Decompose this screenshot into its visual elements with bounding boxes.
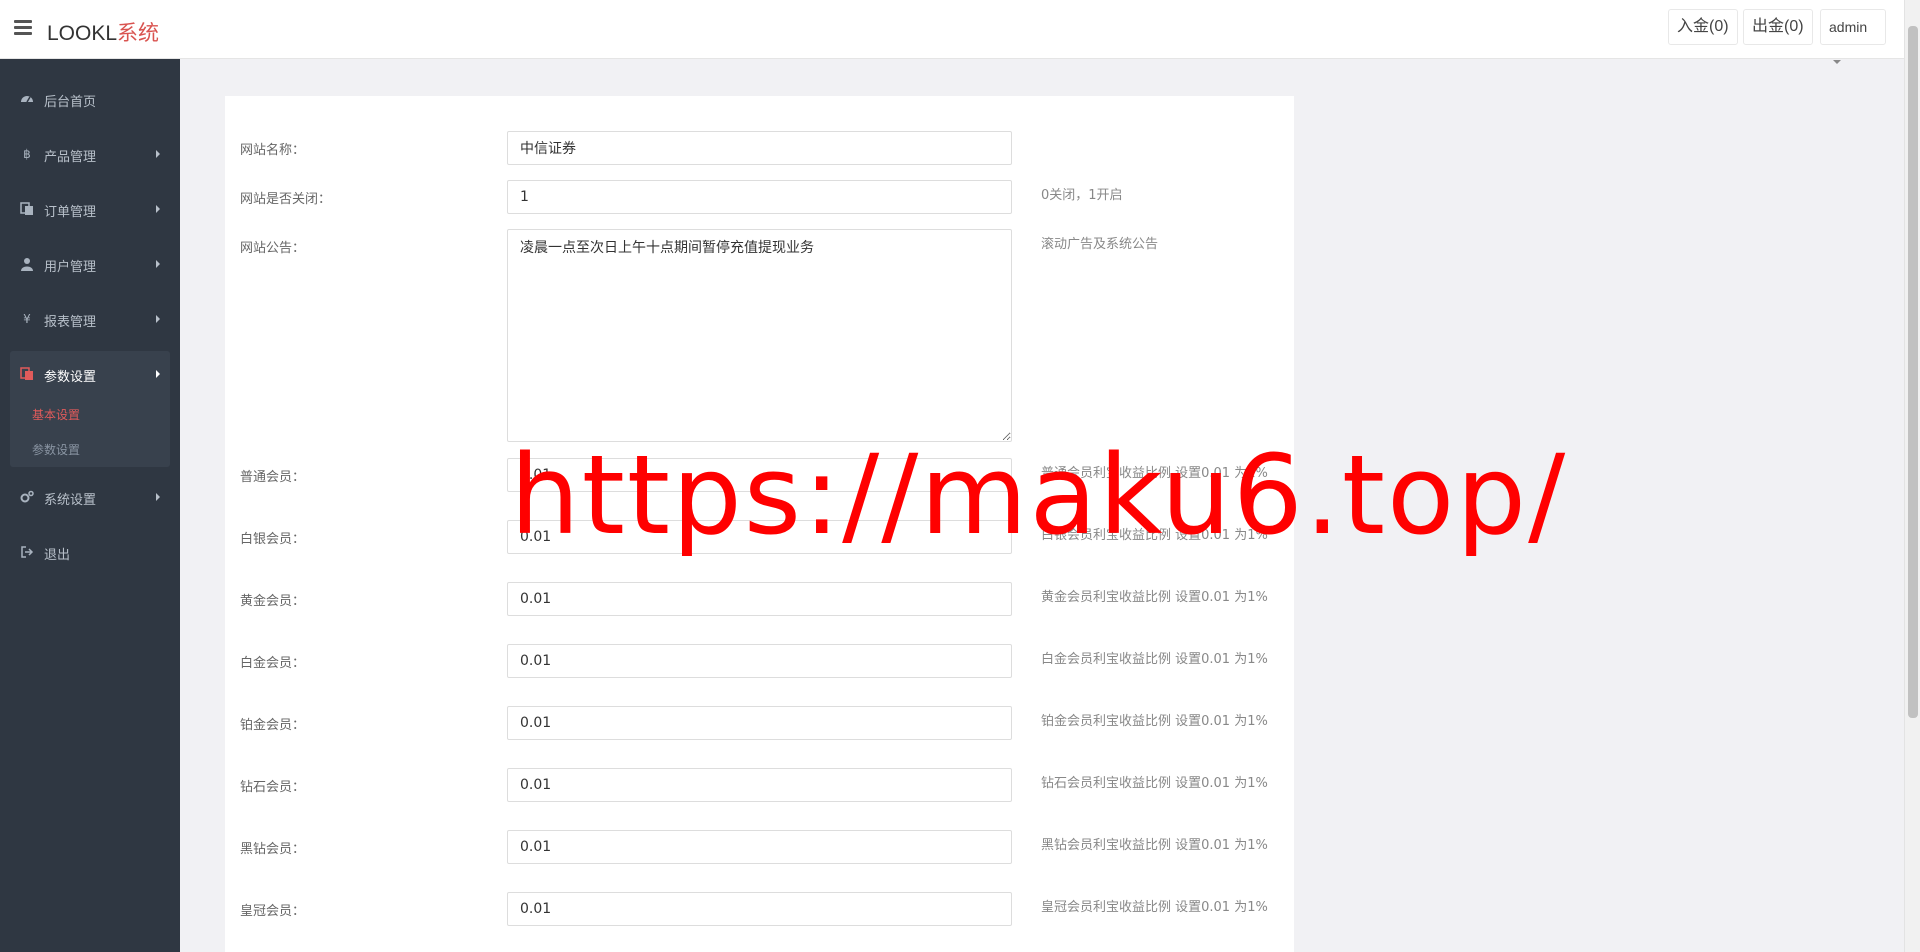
notice-textarea[interactable]: 凌晨一点至次日上午十点期间暂停充值提现业务 — [507, 229, 1012, 442]
scrollbar-thumb[interactable] — [1908, 26, 1918, 718]
sidebar-item-system[interactable]: 系统设置 — [0, 477, 180, 517]
level-rate-input[interactable] — [507, 768, 1012, 802]
sidebar-item-label: 订单管理 — [44, 205, 97, 220]
sidebar-item-label: 系统设置 — [44, 493, 97, 508]
sidebar-item-label: 报表管理 — [44, 315, 97, 330]
sidebar-item-reports[interactable]: ¥ 报表管理 — [0, 299, 180, 339]
chevron-right-icon — [156, 205, 160, 213]
copy-icon — [20, 367, 34, 381]
level-label: 铂金会员： — [240, 718, 306, 733]
level-rate-hint: 皇冠会员利宝收益比例 设置0.01 为1% — [1041, 900, 1268, 915]
sidebar-item-label: 用户管理 — [44, 260, 97, 275]
level-rate-input[interactable] — [507, 644, 1012, 678]
level-label: 黑钻会员： — [240, 842, 306, 857]
level-rate-hint: 黄金会员利宝收益比例 设置0.01 为1% — [1041, 590, 1268, 605]
level-rate-hint: 钻石会员利宝收益比例 设置0.01 为1% — [1041, 776, 1268, 791]
level-label: 普通会员： — [240, 470, 306, 485]
menu-toggle-icon[interactable] — [14, 20, 32, 36]
sidebar-item-dashboard[interactable]: 后台首页 — [0, 79, 180, 119]
withdraw-button[interactable]: 出金(0) — [1743, 9, 1813, 45]
chevron-right-icon — [156, 260, 160, 268]
site-closed-hint: 0关闭，1开启 — [1041, 188, 1123, 203]
bitcoin-icon: ฿ — [23, 147, 31, 161]
sidebar: 后台首页 ฿ 产品管理 订单管理 用户管理 ¥ 报表管理 参数设置 基本设置 参… — [0, 59, 180, 952]
level-rate-hint: 白金会员利宝收益比例 设置0.01 为1% — [1041, 652, 1268, 667]
sidebar-item-logout[interactable]: 退出 — [0, 532, 180, 572]
page-scrollbar[interactable] — [1904, 0, 1920, 952]
watermark-text: https://maku6.top/ — [510, 431, 1568, 559]
notice-label: 网站公告： — [240, 241, 306, 256]
sidebar-item-label: 产品管理 — [44, 150, 97, 165]
level-label: 皇冠会员： — [240, 904, 306, 919]
site-closed-input[interactable] — [507, 180, 1012, 214]
sidebar-subitem-param-settings[interactable]: 参数设置 — [32, 441, 80, 458]
level-label: 白银会员： — [240, 532, 306, 547]
sign-out-icon — [20, 545, 34, 559]
gears-icon — [20, 490, 34, 504]
dashboard-icon — [20, 92, 34, 106]
sidebar-item-products[interactable]: ฿ 产品管理 — [0, 134, 180, 174]
top-bar: LOOKL系统 入金(0) 出金(0) admin — [0, 0, 1904, 65]
user-icon — [20, 257, 34, 271]
sidebar-item-params[interactable]: 参数设置 — [0, 354, 180, 394]
level-rate-hint: 黑钻会员利宝收益比例 设置0.01 为1% — [1041, 838, 1268, 853]
sidebar-item-orders[interactable]: 订单管理 — [0, 189, 180, 229]
level-label: 钻石会员： — [240, 780, 306, 795]
user-name: admin — [1829, 19, 1868, 35]
level-label: 白金会员： — [240, 656, 306, 671]
yen-icon: ¥ — [23, 312, 31, 326]
deposit-button[interactable]: 入金(0) — [1668, 9, 1738, 45]
app-logo[interactable]: LOOKL系统 — [47, 17, 159, 47]
user-menu-button[interactable]: admin — [1820, 9, 1886, 65]
level-label: 黄金会员： — [240, 594, 306, 609]
chevron-right-icon — [156, 315, 160, 323]
copy-icon — [20, 202, 34, 216]
sidebar-item-label: 退出 — [44, 548, 71, 563]
level-rate-input[interactable] — [507, 892, 1012, 926]
sidebar-item-label: 参数设置 — [44, 370, 97, 385]
level-rate-input[interactable] — [507, 582, 1012, 616]
chevron-right-icon — [156, 493, 160, 501]
sidebar-item-users[interactable]: 用户管理 — [0, 244, 180, 284]
site-name-input[interactable] — [507, 131, 1012, 165]
level-rate-input[interactable] — [507, 830, 1012, 864]
sidebar-item-label: 后台首页 — [44, 95, 97, 110]
level-rate-input[interactable] — [507, 706, 1012, 740]
level-rate-hint: 铂金会员利宝收益比例 设置0.01 为1% — [1041, 714, 1268, 729]
chevron-right-icon — [156, 150, 160, 158]
site-name-label: 网站名称： — [240, 143, 306, 158]
sidebar-subitem-basic-settings[interactable]: 基本设置 — [32, 406, 80, 423]
chevron-down-icon — [1833, 60, 1841, 65]
notice-hint: 滚动广告及系统公告 — [1041, 237, 1159, 252]
site-closed-label: 网站是否关闭： — [240, 192, 332, 207]
chevron-right-icon — [156, 370, 160, 378]
